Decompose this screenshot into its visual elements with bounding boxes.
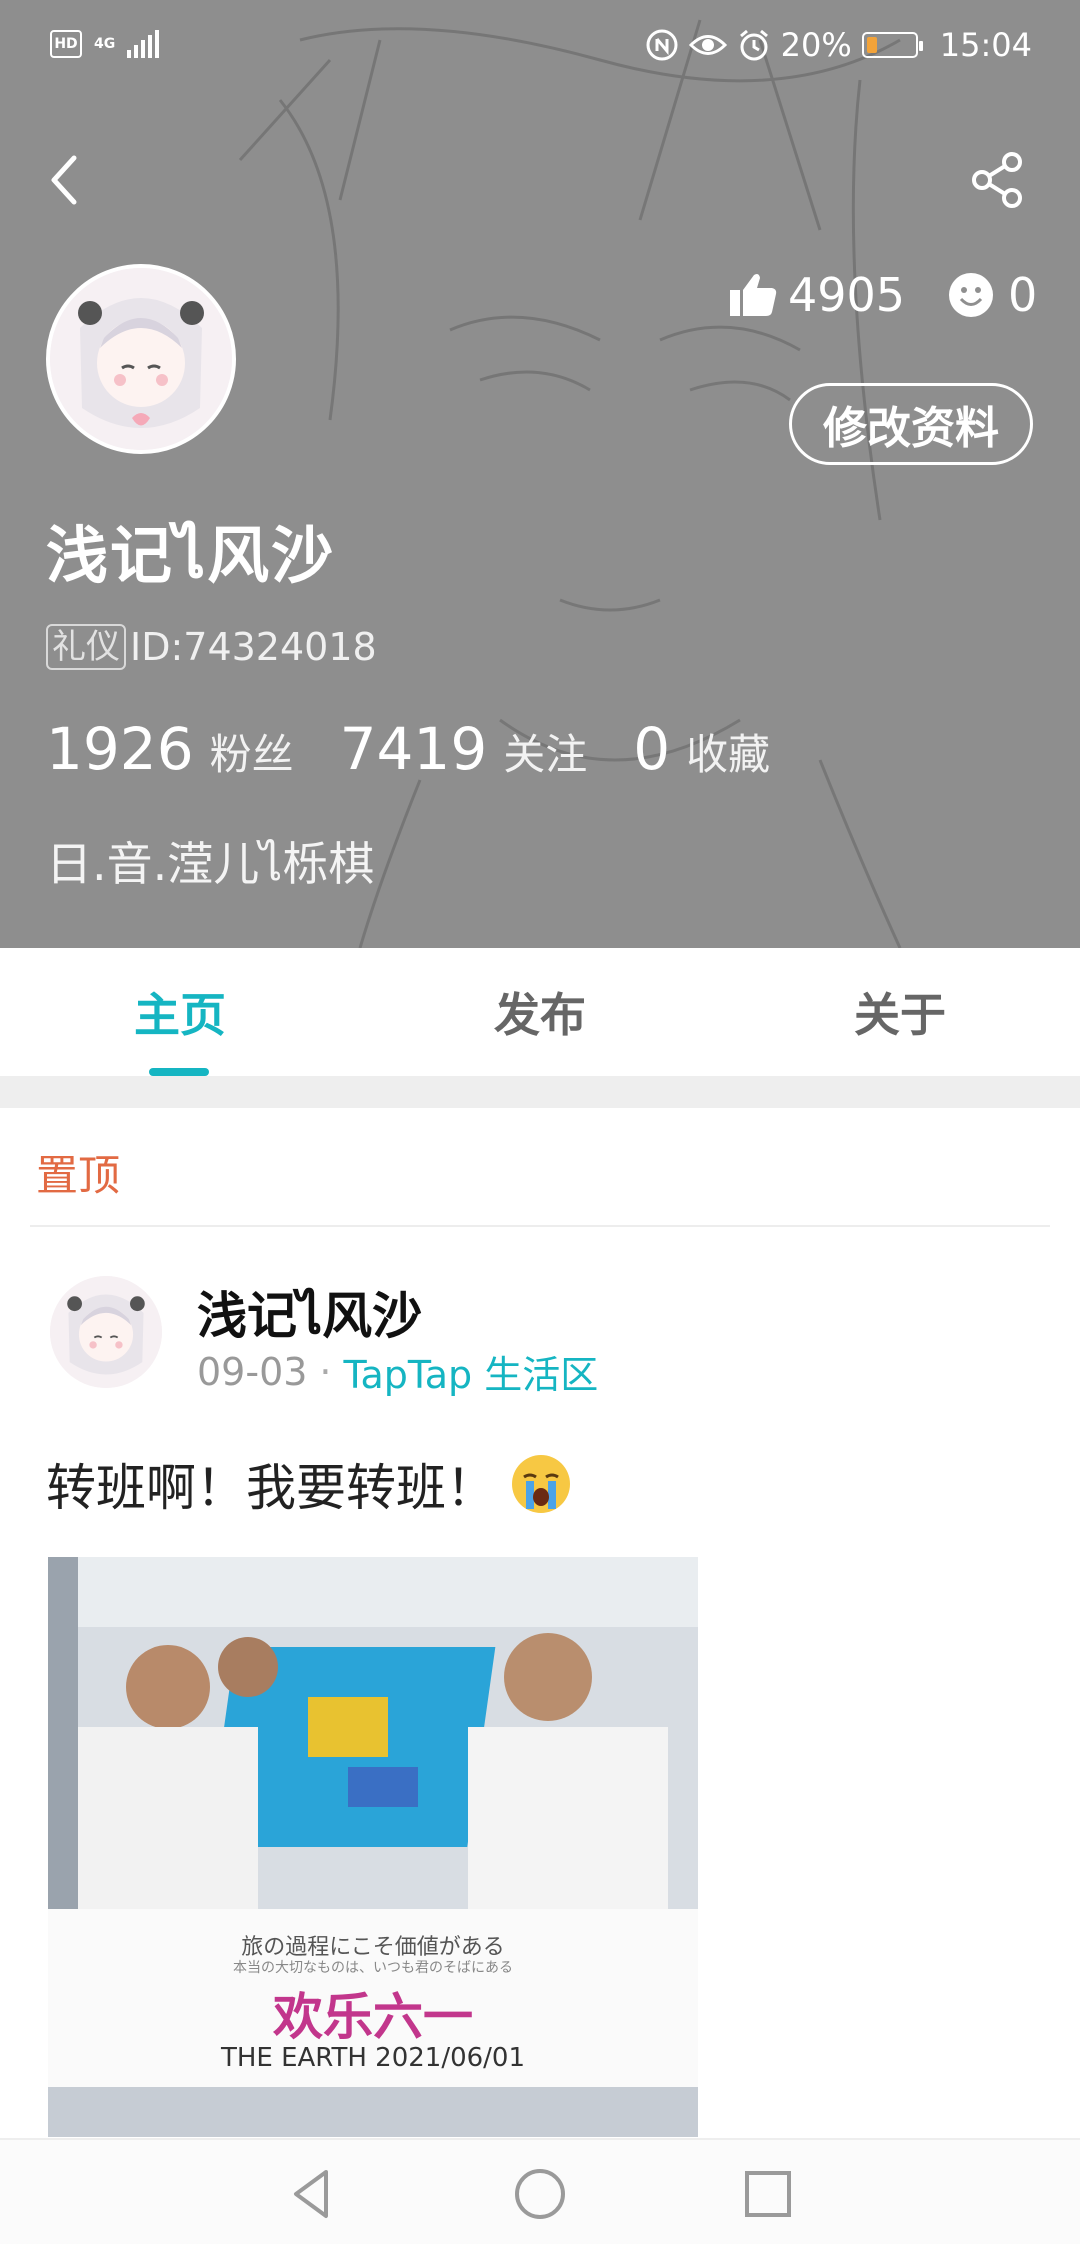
- tab-about[interactable]: 关于: [720, 948, 1080, 1076]
- photo-classroom: [48, 1557, 698, 1909]
- status-right: 20% 15:04: [645, 26, 1032, 64]
- crying-emoji-icon: [512, 1455, 570, 1513]
- image-title: 欢乐六一: [273, 1988, 473, 2046]
- user-id: ID:74324018: [130, 625, 377, 669]
- tab-posts[interactable]: 发布: [360, 948, 720, 1076]
- active-tab-indicator: [149, 1068, 209, 1076]
- status-bar: HD 4G 20% 15:04: [0, 0, 1080, 100]
- tab-home[interactable]: 主页: [0, 948, 360, 1076]
- emoji-count: 0: [1008, 268, 1038, 322]
- meta-separator: ·: [319, 1349, 332, 1394]
- avatar[interactable]: [46, 264, 236, 454]
- stat-following[interactable]: 7419 关注: [340, 715, 588, 783]
- user-badge[interactable]: 礼仪: [46, 624, 126, 670]
- network-type: 4G: [94, 36, 116, 52]
- stat-number: 7419: [339, 715, 488, 783]
- emoji-counter[interactable]: 0: [948, 268, 1037, 322]
- post-text-content: 转班啊！我要转班！: [46, 1459, 496, 1517]
- edit-profile-button[interactable]: 修改资料: [789, 383, 1033, 465]
- avatar-illustration: [50, 1276, 162, 1388]
- stat-number: 0: [633, 715, 671, 783]
- divider: [30, 1225, 1050, 1227]
- image-footer: THE EARTH 2021/06/01: [220, 2043, 526, 2073]
- post-meta: 09-03 · TapTap 生活区: [197, 1344, 598, 1399]
- stat-label: 收藏: [686, 730, 771, 779]
- stat-label: 粉丝: [209, 730, 294, 779]
- stat-favorites[interactable]: 0 收藏: [633, 715, 770, 783]
- section-divider: [0, 1076, 1080, 1108]
- system-nav-bar: [0, 2138, 1080, 2244]
- nav-home-icon[interactable]: [510, 2164, 570, 2224]
- avatar-illustration: [50, 268, 232, 450]
- likes-count: 4905: [788, 268, 906, 322]
- share-icon[interactable]: [968, 150, 1028, 210]
- post-forum-link[interactable]: TapTap 生活区: [344, 1344, 599, 1399]
- clock: 15:04: [939, 26, 1032, 64]
- likes-counter[interactable]: 4905: [728, 268, 905, 322]
- status-left: HD 4G: [50, 30, 160, 58]
- nfc-icon: [646, 29, 678, 61]
- nav-recents-icon[interactable]: [738, 2164, 798, 2224]
- back-icon[interactable]: [44, 150, 84, 210]
- header-background-illustration: [0, 0, 1080, 948]
- photo-second-strip: [48, 2087, 698, 2137]
- stat-number: 1926: [46, 715, 194, 783]
- stat-fans[interactable]: 1926 粉丝: [46, 715, 294, 783]
- profile-bio: 日.音.滢儿ไ栎棋: [46, 837, 375, 891]
- profile-stats: 1926 粉丝 7419 关注 0 收藏: [46, 715, 816, 783]
- eye-icon: [688, 35, 727, 55]
- thumbs-up-icon: [730, 274, 777, 316]
- post-author-avatar[interactable]: [50, 1276, 162, 1388]
- image-caption-line2: 本当の大切なものは、いつも君のそばにある: [233, 1960, 513, 1976]
- nav-back-icon[interactable]: [282, 2164, 342, 2224]
- hd-badge: HD: [50, 30, 82, 58]
- smiley-icon: [949, 273, 993, 317]
- profile-tabs: 主页 发布 关于: [0, 948, 1080, 1076]
- id-row: 礼仪 ID:74324018: [46, 624, 377, 670]
- battery-level: [866, 37, 877, 53]
- battery-percent: 20%: [780, 26, 852, 64]
- username: 浅记ไ风沙: [46, 519, 336, 592]
- pinned-label: 置顶: [36, 1151, 121, 1200]
- post-date: 09-03: [197, 1349, 308, 1394]
- post-text[interactable]: 转班啊！我要转班！: [46, 1448, 572, 1520]
- alarm-icon: [739, 29, 768, 61]
- battery-icon: [861, 32, 923, 58]
- post-image[interactable]: 旅の過程にこそ価値がある 本当の大切なものは、いつも君のそばにある 欢乐六一 T…: [48, 1557, 698, 2137]
- profile-header: HD 4G 20% 15:04 4905 0 修改资料 浅记ไ风沙 礼仪 ID:…: [0, 0, 1080, 948]
- signal-icon: [127, 30, 160, 58]
- stat-label: 关注: [503, 730, 588, 779]
